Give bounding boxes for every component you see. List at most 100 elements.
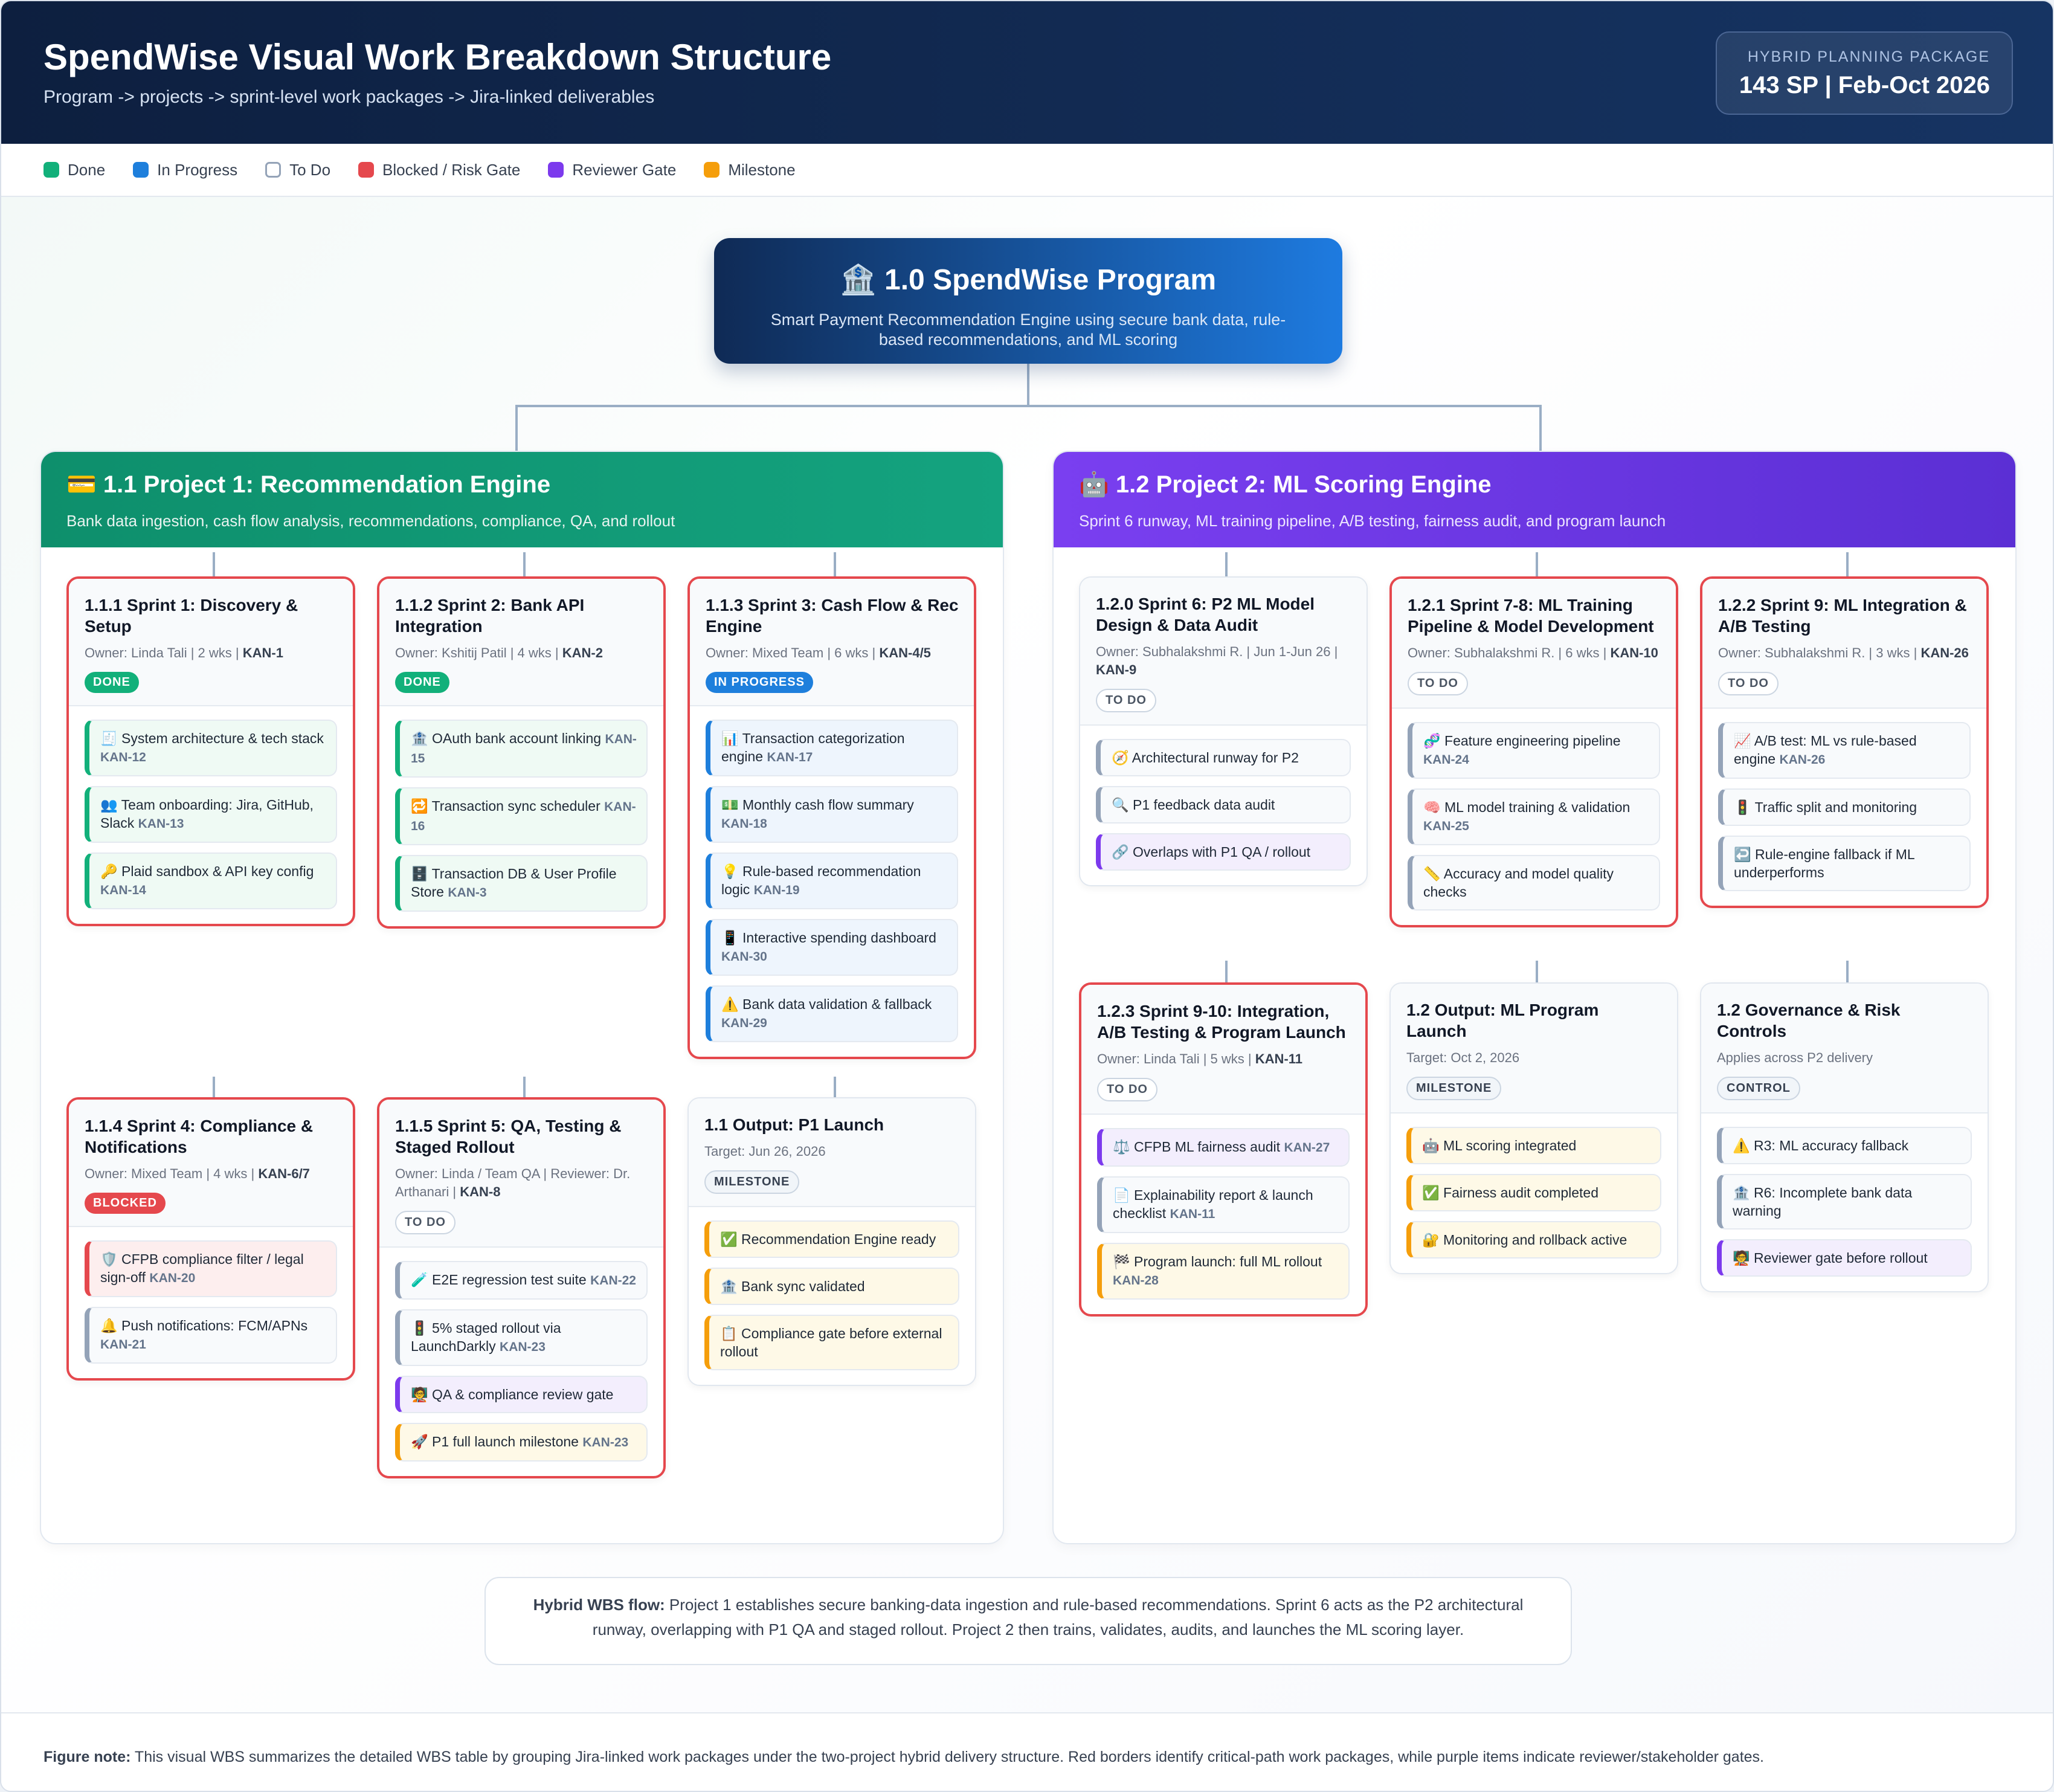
hybrid-flow-note: Hybrid WBS flow: Project 1 establishes s… xyxy=(485,1577,1572,1665)
deliverable-text: 🔗 Overlaps with P1 QA / rollout xyxy=(1112,844,1311,860)
deliverable-item[interactable]: 🔔 Push notifications: FCM/APNs KAN-21 xyxy=(85,1307,337,1364)
card-jira-key[interactable]: KAN-2 xyxy=(562,645,603,660)
card-jira-key[interactable]: KAN-6/7 xyxy=(258,1166,310,1181)
deliverable-jira-key[interactable]: KAN-22 xyxy=(590,1274,636,1288)
deliverable-item[interactable]: 🗄️ Transaction DB & User Profile Store K… xyxy=(395,855,648,912)
deliverable-item[interactable]: 🚦 Traffic split and monitoring xyxy=(1718,788,1971,826)
deliverable-jira-key[interactable]: KAN-28 xyxy=(1113,1274,1159,1288)
deliverable-item[interactable]: 🧭 Architectural runway for P2 xyxy=(1096,739,1351,776)
card-title: 1.2 Output: ML Program Launch xyxy=(1406,1001,1599,1040)
deliverable-jira-key[interactable]: KAN-17 xyxy=(767,750,813,764)
deliverable-item[interactable]: ⚠️ R3: ML accuracy fallback xyxy=(1717,1127,1972,1164)
deliverable-item[interactable]: 🏦 Bank sync validated xyxy=(704,1268,959,1305)
deliverable-item[interactable]: 🛡️ CFPB compliance filter / legal sign-o… xyxy=(85,1240,337,1297)
deliverable-jira-key[interactable]: KAN-18 xyxy=(721,817,767,831)
deliverable-item[interactable]: 🧑‍🏫 QA & compliance review gate xyxy=(395,1376,648,1413)
figure-note-text: This visual WBS summarizes the detailed … xyxy=(130,1748,1764,1765)
deliverable-item[interactable]: 🏁 Program launch: full ML rollout KAN-28 xyxy=(1097,1243,1350,1300)
card-jira-key[interactable]: KAN-4/5 xyxy=(879,645,931,660)
deliverable-item[interactable]: 🔗 Overlaps with P1 QA / rollout xyxy=(1096,833,1351,871)
card-jira-key[interactable]: KAN-11 xyxy=(1255,1051,1302,1066)
status-badge: TO DO xyxy=(1408,672,1468,695)
deliverable-text: 🏦 Bank sync validated xyxy=(720,1278,865,1294)
deliverable-item[interactable]: 📄 Explainability report & launch checkli… xyxy=(1097,1176,1350,1233)
deliverable-text: 🗄️ Transaction DB & User Profile Store xyxy=(411,866,617,900)
deliverable-jira-key[interactable]: KAN-25 xyxy=(1423,819,1469,833)
legend-item: To Do xyxy=(265,161,330,179)
deliverable-item[interactable]: ⚠️ Bank data validation & fallback KAN-2… xyxy=(706,985,958,1042)
deliverable-item[interactable]: 🏦 OAuth bank account linking KAN-15 xyxy=(395,720,648,778)
deliverable-text: 🏁 Program launch: full ML rollout xyxy=(1113,1254,1322,1269)
wbs-page: SpendWise Visual Work Breakdown Structur… xyxy=(0,0,2054,1792)
deliverable-list: ⚖️ CFPB ML fairness audit KAN-27 📄 Explai… xyxy=(1081,1115,1365,1314)
deliverable-item[interactable]: 🔁 Transaction sync scheduler KAN-16 xyxy=(395,787,648,845)
card-owner-text: Owner: Mixed Team | 4 wks | xyxy=(85,1166,259,1181)
deliverable-jira-key[interactable]: KAN-14 xyxy=(100,883,146,897)
deliverable-list: 🛡️ CFPB compliance filter / legal sign-o… xyxy=(69,1227,353,1378)
card-jira-key[interactable]: KAN-26 xyxy=(1920,645,1968,660)
deliverable-item[interactable]: 🔍 P1 feedback data audit xyxy=(1096,786,1351,823)
deliverable-list: ✅ Recommendation Engine ready 🏦 Bank sync… xyxy=(689,1207,975,1385)
card-jira-key[interactable]: KAN-1 xyxy=(243,645,283,660)
deliverable-item[interactable]: 🔐 Monitoring and rollback active xyxy=(1406,1221,1661,1259)
deliverable-jira-key[interactable]: KAN-12 xyxy=(100,750,146,764)
card-owner: Target: Oct 2, 2026 xyxy=(1406,1049,1663,1067)
deliverable-jira-key[interactable]: KAN-29 xyxy=(721,1016,767,1030)
deliverable-text: 🧑‍🏫 Reviewer gate before rollout xyxy=(1733,1250,1928,1266)
deliverable-item[interactable]: 🏦 R6: Incomplete bank data warning xyxy=(1717,1174,1972,1230)
program-description: Smart Payment Recommendation Engine usin… xyxy=(770,311,1286,349)
deliverable-item[interactable]: 🧾 System architecture & tech stack KAN-1… xyxy=(85,720,337,776)
deliverable-text: 🧪 E2E regression test suite xyxy=(411,1272,591,1288)
card-jira-key[interactable]: KAN-10 xyxy=(1610,645,1658,660)
deliverable-item[interactable]: ✅ Fairness audit completed xyxy=(1406,1174,1661,1211)
deliverable-item[interactable]: 🚦 5% staged rollout via LaunchDarkly KAN… xyxy=(395,1309,648,1366)
deliverable-item[interactable]: 👥 Team onboarding: Jira, GitHub, Slack K… xyxy=(85,786,337,843)
deliverable-text: 🛡️ CFPB compliance filter / legal sign-o… xyxy=(100,1251,304,1285)
deliverable-item[interactable]: 📏 Accuracy and model quality checks xyxy=(1408,855,1660,911)
deliverable-item[interactable]: 🔑 Plaid sandbox & API key config KAN-14 xyxy=(85,852,337,909)
card-owner-text: Owner: Subhalakshmi R. | Jun 1-Jun 26 | xyxy=(1096,644,1338,659)
status-badge: CONTROL xyxy=(1717,1077,1800,1100)
deliverable-jira-key[interactable]: KAN-21 xyxy=(100,1338,146,1352)
deliverable-jira-key[interactable]: KAN-24 xyxy=(1423,753,1469,767)
deliverable-item[interactable]: 📈 A/B test: ML vs rule-based engine KAN-… xyxy=(1718,722,1971,779)
deliverable-item[interactable]: 💵 Monthly cash flow summary KAN-18 xyxy=(706,786,958,843)
card-owner: Owner: Linda Tali | 2 wks | KAN-1 xyxy=(85,644,338,662)
deliverable-jira-key[interactable]: KAN-20 xyxy=(149,1271,195,1285)
legend-item: Done xyxy=(43,161,105,179)
deliverable-item[interactable]: 🚀 P1 full launch milestone KAN-23 xyxy=(395,1423,648,1462)
card-owner-text: Applies across P2 delivery xyxy=(1717,1050,1873,1065)
deliverable-item[interactable]: 📋 Compliance gate before external rollou… xyxy=(704,1315,959,1370)
deliverable-jira-key[interactable]: KAN-26 xyxy=(1779,753,1825,767)
deliverable-jira-key[interactable]: KAN-23 xyxy=(500,1340,546,1354)
deliverable-jira-key[interactable]: KAN-13 xyxy=(138,817,184,831)
deliverable-jira-key[interactable]: KAN-30 xyxy=(721,950,767,964)
deliverable-item[interactable]: 📱 Interactive spending dashboard KAN-30 xyxy=(706,919,958,976)
card-jira-key[interactable]: KAN-9 xyxy=(1096,662,1136,677)
deliverable-item[interactable]: 🤖 ML scoring integrated xyxy=(1406,1127,1661,1164)
card-title: 1.1.2 Sprint 2: Bank API Integration xyxy=(395,596,585,636)
connector xyxy=(515,405,518,451)
deliverable-item[interactable]: ✅ Recommendation Engine ready xyxy=(704,1220,959,1258)
deliverable-item[interactable]: 🧑‍🏫 Reviewer gate before rollout xyxy=(1717,1239,1972,1277)
deliverable-jira-key[interactable]: KAN-27 xyxy=(1284,1141,1330,1155)
deliverable-item[interactable]: ↩️ Rule-engine fallback if ML underperfo… xyxy=(1718,836,1971,891)
deliverable-jira-key[interactable]: KAN-23 xyxy=(582,1436,628,1449)
deliverable-text: 📊 Transaction categorization engine xyxy=(721,730,905,764)
deliverable-text: 🏦 R6: Incomplete bank data warning xyxy=(1733,1185,1913,1219)
deliverable-text: 🚀 P1 full launch milestone xyxy=(411,1434,583,1449)
deliverable-item[interactable]: ⚖️ CFPB ML fairness audit KAN-27 xyxy=(1097,1128,1350,1167)
deliverable-jira-key[interactable]: KAN-3 xyxy=(448,886,486,900)
deliverable-text: ✅ Fairness audit completed xyxy=(1422,1185,1598,1201)
deliverable-item[interactable]: 🧪 E2E regression test suite KAN-22 xyxy=(395,1261,648,1300)
deliverable-jira-key[interactable]: KAN-19 xyxy=(754,883,800,897)
deliverable-item[interactable]: 🧠 ML model training & validation KAN-25 xyxy=(1408,788,1660,845)
card-owner: Owner: Mixed Team | 4 wks | KAN-6/7 xyxy=(85,1165,338,1183)
deliverable-item[interactable]: 💡 Rule-based recommendation logic KAN-19 xyxy=(706,852,958,909)
connector xyxy=(213,1077,215,1097)
deliverable-item[interactable]: 📊 Transaction categorization engine KAN-… xyxy=(706,720,958,776)
card-owner: Owner: Mixed Team | 6 wks | KAN-4/5 xyxy=(706,644,959,662)
deliverable-item[interactable]: 🧬 Feature engineering pipeline KAN-24 xyxy=(1408,722,1660,779)
card-jira-key[interactable]: KAN-8 xyxy=(460,1184,500,1199)
deliverable-jira-key[interactable]: KAN-11 xyxy=(1170,1207,1215,1221)
